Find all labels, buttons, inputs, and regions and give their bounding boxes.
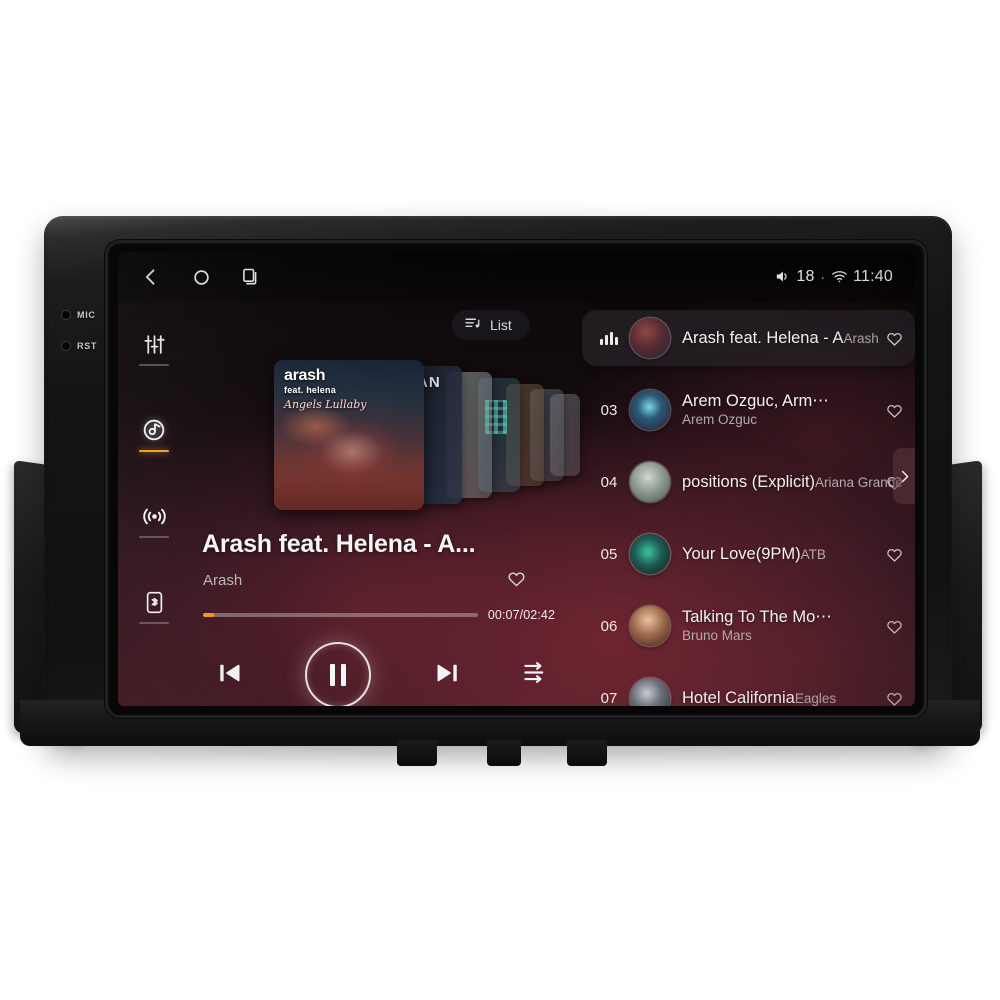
bezel-mic-label: MIC (62, 310, 96, 320)
progress-fill (203, 613, 214, 617)
back-icon[interactable] (138, 264, 164, 290)
expand-panel-chevron-right-icon[interactable] (893, 448, 915, 504)
track-meta: Arem Ozguc, Arm⋯ Arem Ozguc (682, 391, 881, 430)
rail-indicator-radio (139, 536, 169, 538)
rail-item-radio[interactable] (127, 486, 181, 546)
track-artist: Arem Ozguc (682, 412, 758, 428)
track-artist: Arash (843, 330, 879, 346)
list-button-label: List (490, 317, 512, 333)
track-thumbnail (630, 318, 670, 358)
rail-indicator-bluetooth (139, 622, 169, 624)
playlist-icon (464, 315, 481, 335)
track-thumbnail (630, 390, 670, 430)
playlist-panel[interactable]: Arash feat. Helena - AArash 03 Arem Ozguc,… (582, 304, 915, 706)
playlist-row[interactable]: Arash feat. Helena - AArash (582, 310, 915, 366)
reset-hole-icon[interactable] (62, 342, 70, 350)
recent-apps-icon[interactable] (238, 264, 264, 290)
playlist-row[interactable]: 07 Hotel CaliforniaEagles (582, 670, 915, 706)
reset-label-text: RST (77, 341, 98, 351)
now-playing-title: Arash feat. Helena - A... (202, 530, 476, 558)
play-mode-button[interactable] (522, 659, 549, 691)
track-meta: Hotel CaliforniaEagles (682, 688, 881, 706)
track-number: 06 (600, 617, 618, 635)
system-nav-group (138, 264, 264, 290)
track-meta: Your Love(9PM)ATB (682, 544, 881, 565)
track-thumbnail (630, 534, 670, 574)
track-number: 07 (600, 689, 618, 707)
time-display: 00:07/02:42 (487, 608, 555, 622)
track-title: Your Love(9PM) (682, 544, 801, 563)
track-artist: ATB (800, 546, 826, 562)
album-cover-current[interactable]: arash feat. helena Angels Lullaby (274, 360, 424, 510)
track-thumbnail (630, 678, 670, 706)
progress-row: 00:07/02:42 (203, 608, 555, 622)
track-favorite-icon[interactable] (881, 329, 907, 348)
album-cover-title: arash (284, 367, 326, 384)
album-cover-script: Angels Lullaby (284, 398, 367, 411)
now-playing-panel: List AN arash feat. helena Angels Lullab… (190, 302, 582, 706)
track-favorite-icon[interactable] (881, 617, 907, 636)
pause-icon (330, 664, 347, 686)
playlist-row[interactable]: 05 Your Love(9PM)ATB (582, 526, 915, 582)
track-number: 03 (600, 401, 618, 419)
rail-indicator-equalizer (139, 364, 169, 366)
mount-tab-center (487, 740, 521, 766)
rail-item-music[interactable] (127, 400, 181, 460)
previous-track-button[interactable] (215, 658, 245, 693)
playlist-row[interactable]: 03 Arem Ozguc, Arm⋯ Arem Ozguc (582, 382, 915, 438)
track-title: Talking To The Mo⋯ (682, 607, 832, 626)
track-title: Arem Ozguc, Arm⋯ (682, 391, 829, 410)
now-playing-equalizer-icon (592, 331, 626, 345)
mount-tab-right (567, 740, 607, 766)
clock: 11:40 (853, 268, 893, 285)
album-art-stack[interactable]: AN arash feat. helena Angels Lullaby (274, 360, 580, 510)
rail-item-bluetooth[interactable] (127, 572, 181, 632)
transport-controls (203, 632, 555, 706)
bezel-reset-label: RST (62, 341, 97, 351)
favorite-heart-icon[interactable] (506, 568, 527, 594)
album-cover-text: arash feat. helena Angels Lullaby (284, 367, 367, 411)
mic-label-text: MIC (77, 310, 96, 320)
list-button[interactable]: List (452, 310, 530, 340)
wifi-icon[interactable] (831, 268, 848, 287)
track-favorite-icon[interactable] (881, 689, 907, 707)
rail-item-equalizer[interactable] (127, 314, 181, 374)
track-meta: Talking To The Mo⋯ Bruno Mars (682, 607, 881, 646)
track-title: positions (Explicit) (682, 472, 815, 491)
track-thumbnail (630, 462, 670, 502)
track-artist: Bruno Mars (682, 628, 752, 644)
album-cover-subtitle: feat. helena (284, 385, 336, 395)
screenshot-root: MIC RST 18 · 11:40 List AN arash feat. h… (0, 0, 1000, 1000)
track-title: Hotel California (682, 688, 795, 706)
system-status-group: 18 · 11:40 (774, 268, 893, 287)
track-title: Arash feat. Helena - A (682, 328, 844, 347)
progress-slider[interactable] (203, 613, 478, 617)
volume-icon[interactable] (774, 268, 791, 287)
playlist-row[interactable]: 06 Talking To The Mo⋯ Bruno Mars (582, 598, 915, 654)
next-track-button[interactable] (432, 658, 462, 693)
track-thumbnail (630, 606, 670, 646)
track-artist: Eagles (794, 690, 837, 706)
play-pause-button[interactable] (305, 642, 372, 706)
track-number: 04 (600, 473, 618, 491)
playlist-row[interactable]: 04 positions (Explicit)Ariana Grande (582, 454, 915, 510)
track-favorite-icon[interactable] (881, 401, 907, 420)
now-playing-artist: Arash (203, 572, 243, 589)
track-favorite-icon[interactable] (881, 545, 907, 564)
track-meta: Arash feat. Helena - AArash (682, 328, 881, 349)
track-meta: positions (Explicit)Ariana Grande (682, 472, 903, 493)
source-rail (118, 302, 190, 706)
track-number: 05 (600, 545, 618, 563)
status-bar: 18 · 11:40 (118, 252, 915, 302)
rail-indicator-music (139, 450, 169, 452)
status-separator: · (820, 269, 826, 285)
volume-level: 18 (796, 268, 815, 285)
mic-hole-icon (62, 311, 70, 319)
home-icon[interactable] (188, 264, 214, 290)
infotainment-screen: 18 · 11:40 List AN arash feat. helena An… (118, 252, 915, 706)
mount-tab-left (397, 740, 437, 766)
